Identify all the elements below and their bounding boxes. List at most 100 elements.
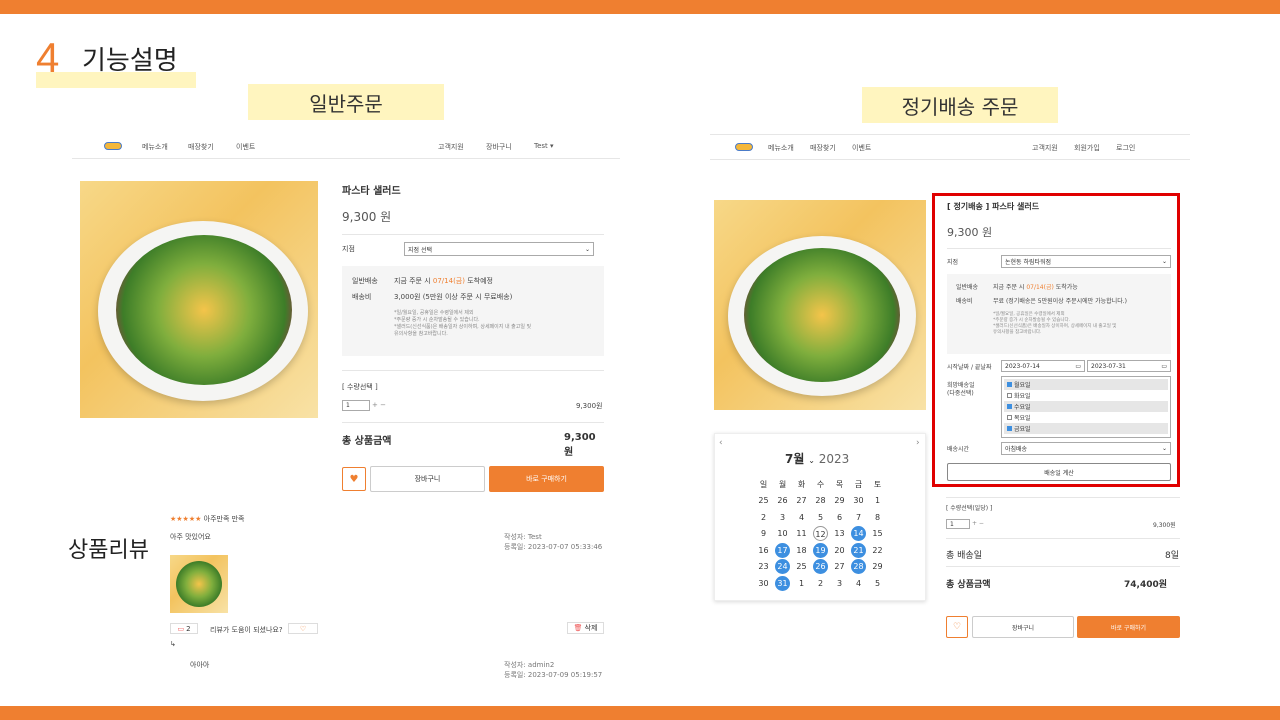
calendar-day[interactable]: 8 <box>868 509 887 526</box>
product-price: 9,300 원 <box>947 226 993 239</box>
calendar-day[interactable]: 27 <box>830 559 849 576</box>
nav-cart[interactable]: 장바구니 <box>486 142 512 152</box>
checkbox-icon <box>1007 415 1012 420</box>
wishlist-button[interactable]: ♥ <box>342 467 366 491</box>
nav-stores[interactable]: 매장찾기 <box>810 143 836 153</box>
calendar-day[interactable]: 26 <box>773 493 792 510</box>
calendar-day[interactable]: 10 <box>773 526 792 543</box>
calendar-day[interactable]: 29 <box>830 493 849 510</box>
reply-date: 등록일: 2023-07-09 05:19:57 <box>504 671 603 679</box>
delivery-time-select[interactable]: 아침배송 ⌄ <box>1001 442 1171 455</box>
store-select[interactable]: 논현동 하림타워점 ⌄ <box>1001 255 1171 268</box>
calendar-day[interactable]: 17 <box>773 542 792 559</box>
calendar-day[interactable]: 31 <box>773 575 792 592</box>
comment-count-button[interactable]: ▭ 2 <box>170 623 198 634</box>
calendar-day[interactable]: 29 <box>868 559 887 576</box>
calendar-day[interactable]: 5 <box>868 575 887 592</box>
calendar-day[interactable]: 19 <box>811 542 830 559</box>
chevron-down-icon: ⌄ <box>808 456 815 465</box>
nav-signup[interactable]: 회원가입 <box>1074 143 1100 153</box>
nav-stores[interactable]: 매장찾기 <box>188 142 214 152</box>
calendar-day[interactable]: 30 <box>754 575 773 592</box>
delivery-info-box: 일반배송 지금 주문 시 07/14(금) 도착예정 배송비 3,000원 (5… <box>342 266 604 356</box>
calendar-day[interactable]: 6 <box>830 509 849 526</box>
brand-logo[interactable] <box>104 142 122 150</box>
nav-menu[interactable]: 메뉴소개 <box>142 142 168 152</box>
calendar-day[interactable]: 21 <box>849 542 868 559</box>
calendar-day[interactable]: 2 <box>754 509 773 526</box>
store-select[interactable]: 지점 선택 ⌄ <box>404 242 594 256</box>
calendar-month-select[interactable]: 7월 <box>785 452 804 466</box>
nav-divider <box>72 158 620 159</box>
calendar-day[interactable]: 25 <box>754 493 773 510</box>
helpful-heart-button[interactable]: ♡ <box>288 623 318 634</box>
start-date-input[interactable]: 2023-07-14 ▭ <box>1001 360 1085 372</box>
slide-title: 기능설명 <box>82 46 178 76</box>
nav-menu[interactable]: 메뉴소개 <box>768 143 794 153</box>
brand-logo[interactable] <box>735 143 753 151</box>
delivery-day-checkbox[interactable]: 월요일 <box>1004 379 1168 390</box>
delivery-day-checkbox[interactable]: 목요일 <box>1004 412 1168 423</box>
buy-now-button[interactable]: 바로 구매하기 <box>1077 616 1180 638</box>
review-date: 등록일: 2023-07-07 05:33:46 <box>504 543 603 551</box>
qty-stepper[interactable]: + − <box>372 401 386 409</box>
calendar-day[interactable]: 24 <box>773 559 792 576</box>
calendar-day[interactable]: 12 <box>811 526 830 543</box>
checkbox-icon <box>1007 393 1012 398</box>
nav-support[interactable]: 고객지원 <box>1032 143 1058 153</box>
review-photo[interactable] <box>170 555 228 613</box>
calendar-icon: ▭ <box>1075 362 1081 370</box>
nav-login[interactable]: 로그인 <box>1116 143 1135 153</box>
calendar-day[interactable]: 1 <box>868 493 887 510</box>
prev-month-icon[interactable]: ‹ <box>719 438 723 448</box>
calendar-day[interactable]: 3 <box>830 575 849 592</box>
calendar-day[interactable]: 1 <box>792 575 811 592</box>
calendar-day[interactable]: 7 <box>849 509 868 526</box>
store-label: 지점 <box>342 245 355 253</box>
delivery-day-checkbox[interactable]: 화요일 <box>1004 390 1168 401</box>
calendar-day[interactable]: 30 <box>849 493 868 510</box>
calendar-day[interactable]: 4 <box>792 509 811 526</box>
calendar-day[interactable]: 20 <box>830 542 849 559</box>
weekday-header: 금 <box>854 479 863 489</box>
delivery-day-checkbox[interactable]: 금요일 <box>1004 423 1168 434</box>
nav-support[interactable]: 고객지원 <box>438 142 464 152</box>
qty-input[interactable]: 1 <box>946 519 970 529</box>
nav-events[interactable]: 이벤트 <box>852 143 871 153</box>
calendar-day[interactable]: 4 <box>849 575 868 592</box>
nav-user-dropdown[interactable]: Test ▾ <box>534 142 554 150</box>
delivery-day-checkbox[interactable]: 수요일 <box>1004 401 1168 412</box>
calendar-day[interactable]: 13 <box>830 526 849 543</box>
calendar-day[interactable]: 16 <box>754 542 773 559</box>
chevron-down-icon: ⌄ <box>584 245 590 253</box>
buy-now-button[interactable]: 바로 구매하기 <box>489 466 604 492</box>
calculate-days-button[interactable]: 배송일 계산 <box>947 463 1171 481</box>
label-subscription-order: 정기배송 주문 <box>862 87 1058 123</box>
end-date-input[interactable]: 2023-07-31 ▭ <box>1087 360 1171 372</box>
calendar-day[interactable]: 25 <box>792 559 811 576</box>
calendar-day[interactable]: 14 <box>849 526 868 543</box>
calendar-day[interactable]: 15 <box>868 526 887 543</box>
calendar-day[interactable]: 5 <box>811 509 830 526</box>
next-month-icon[interactable]: › <box>916 438 920 448</box>
calendar-day[interactable]: 26 <box>811 559 830 576</box>
left-product-panel: 파스타 샐러드 9,300 원 지점 지점 선택 ⌄ 일반배송 지금 주문 시 0… <box>342 180 604 500</box>
cart-button[interactable]: 장바구니 <box>370 466 485 492</box>
calendar-day[interactable]: 28 <box>811 493 830 510</box>
qty-input[interactable]: 1 <box>342 400 370 411</box>
nav-events[interactable]: 이벤트 <box>236 142 255 152</box>
calendar-day[interactable]: 27 <box>792 493 811 510</box>
calendar-day[interactable]: 18 <box>792 542 811 559</box>
calendar-day[interactable]: 22 <box>868 542 887 559</box>
calendar-day[interactable]: 2 <box>811 575 830 592</box>
wishlist-button[interactable]: ♡ <box>946 616 968 638</box>
cart-button[interactable]: 장바구니 <box>972 616 1074 638</box>
delete-button[interactable]: 🗑 삭제 <box>567 622 604 634</box>
calendar-day[interactable]: 11 <box>792 526 811 543</box>
qty-stepper[interactable]: + − <box>972 520 984 527</box>
calendar-day[interactable]: 9 <box>754 526 773 543</box>
calendar-day[interactable]: 3 <box>773 509 792 526</box>
calendar-year[interactable]: 2023 <box>819 452 850 466</box>
calendar-day[interactable]: 23 <box>754 559 773 576</box>
calendar-day[interactable]: 28 <box>849 559 868 576</box>
